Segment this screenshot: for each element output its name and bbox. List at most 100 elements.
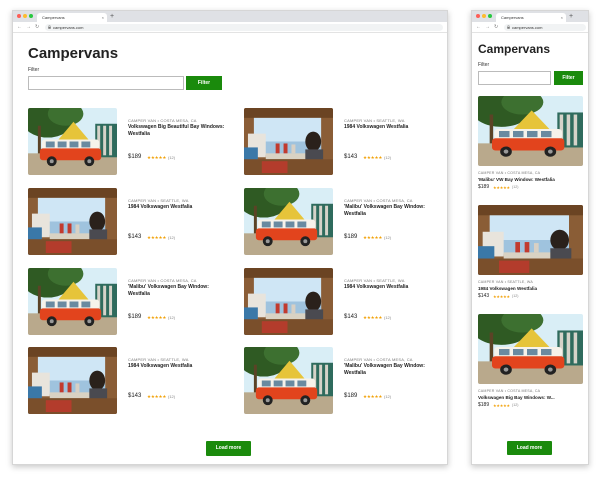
listing-price: $143 [478, 293, 490, 299]
listing-meta: CAMPER VAN • SEATTLE, WA [344, 118, 405, 123]
review-count: (12) [384, 315, 392, 320]
listing-title[interactable]: 'Malibu' Volkswagen Bay Window: Westfali… [128, 284, 228, 297]
rating-stars-icon: ★★★★★ [147, 315, 167, 320]
rating-stars-icon: ★★★★★ [147, 155, 167, 160]
listing-meta: CAMPER VAN • COSTA MESA, CA [344, 357, 413, 362]
rating-stars-icon: ★★★★★ [493, 294, 510, 299]
listing-price: $143 [344, 314, 358, 320]
listing-card[interactable]: CAMPER VAN • SEATTLE, WA 1984 Volkswagen … [244, 268, 444, 336]
maximize-window-icon[interactable] [488, 14, 492, 18]
tab-bar: Campervans × + [13, 11, 447, 22]
filter-label: Filter [28, 67, 40, 73]
filter-input[interactable] [478, 71, 551, 85]
filter-label: Filter [478, 62, 490, 68]
campervan-photo[interactable] [478, 314, 583, 384]
listing-meta: CAMPER VAN • COSTA MESA, CA [128, 118, 197, 123]
review-count: (12) [168, 315, 176, 320]
review-count: (12) [512, 403, 519, 407]
listing-meta: CAMPER VAN • SEATTLE, WA [344, 278, 405, 283]
campervan-photo[interactable] [244, 347, 333, 414]
close-window-icon[interactable] [476, 14, 480, 18]
minimize-window-icon[interactable] [23, 14, 27, 18]
review-count: (12) [512, 294, 519, 298]
new-tab-button[interactable]: + [110, 12, 114, 21]
filter-button[interactable]: Filter [554, 71, 583, 85]
review-count: (12) [168, 155, 176, 160]
listing-title[interactable]: Volkswagen Big Beautiful Bay Windows: We… [128, 124, 228, 137]
tab-close-icon[interactable]: × [561, 13, 563, 22]
forward-icon[interactable]: → [485, 24, 490, 31]
listing-price: $143 [344, 154, 358, 160]
url-input[interactable]: campervans.com [504, 24, 586, 31]
listing-card[interactable]: CAMPER VAN • SEATTLE, WA 1984 Volkswagen … [28, 347, 228, 415]
nav-buttons: ← → ↻ [17, 24, 39, 31]
van-interior-photo[interactable] [28, 347, 117, 414]
url-text: campervans.com [512, 25, 543, 30]
listing-title[interactable]: 1984 Volkswagen Westfalia [344, 284, 444, 291]
reload-icon[interactable]: ↻ [35, 24, 39, 31]
campervan-photo[interactable] [28, 108, 117, 175]
load-more-button[interactable]: Load more [206, 441, 251, 456]
listing-title[interactable]: 1984 Volkswagen Westfalia [478, 286, 583, 293]
browser-tab[interactable]: Campervans × [496, 13, 566, 22]
listing-meta: CAMPER VAN • COSTA MESA, CA [128, 278, 197, 283]
tab-close-icon[interactable]: × [102, 13, 104, 22]
listing-card[interactable]: CAMPER VAN • COSTA MESA, CA Volkswagen Bi… [28, 108, 228, 176]
rating-stars-icon: ★★★★★ [147, 235, 167, 240]
close-window-icon[interactable] [17, 14, 21, 18]
listing-card[interactable]: CAMPER VAN • SEATTLE, WA 1984 Volkswagen … [28, 188, 228, 256]
reload-icon[interactable]: ↻ [494, 24, 498, 31]
window-controls [476, 14, 492, 18]
listing-title[interactable]: 1984 Volkswagen Westfalia [128, 204, 228, 211]
back-icon[interactable]: ← [476, 24, 481, 31]
filter-input[interactable] [28, 76, 184, 90]
listing-card[interactable]: CAMPER VAN • SEATTLE, WA 1984 Volkswagen … [244, 108, 444, 176]
listing-title[interactable]: 1984 Volkswagen Westfalia [344, 124, 444, 131]
nav-buttons: ← → ↻ [476, 24, 498, 31]
listing-title[interactable]: 'Malibu' VW Bay Window: Westfalia [478, 177, 583, 184]
listing-card[interactable]: CAMPER VAN • SEATTLE, WA 1984 Volkswagen … [478, 205, 583, 310]
listing-card[interactable]: CAMPER VAN • COSTA MESA, CA 'Malibu' Volk… [28, 268, 228, 336]
listing-title[interactable]: Volkswagen Big Bay Windows: W... [478, 395, 583, 402]
listing-title[interactable]: 1984 Volkswagen Westfalia [128, 363, 228, 370]
tab-title: Campervans [501, 15, 524, 20]
review-count: (12) [512, 185, 519, 189]
back-icon[interactable]: ← [17, 24, 22, 31]
rating-stars-icon: ★★★★★ [147, 394, 167, 399]
maximize-window-icon[interactable] [29, 14, 33, 18]
listing-card[interactable]: CAMPER VAN • COSTA MESA, CA 'Malibu' Volk… [244, 188, 444, 256]
listing-card[interactable]: CAMPER VAN • COSTA MESA, CA Volkswagen Bi… [478, 314, 583, 419]
tab-title: Campervans [42, 15, 65, 20]
campervan-photo[interactable] [478, 96, 583, 166]
listing-title[interactable]: 'Malibu' Volkswagen Bay Window: Westfali… [344, 363, 444, 376]
new-tab-button[interactable]: + [569, 12, 573, 21]
rating-stars-icon: ★★★★★ [493, 403, 510, 408]
mobile-browser-window: Campervans × + ← → ↻ campervans.com Camp… [471, 10, 589, 465]
tab-bar: Campervans × + [472, 11, 588, 22]
url-input[interactable]: campervans.com [45, 24, 443, 31]
forward-icon[interactable]: → [26, 24, 31, 31]
listing-price: $143 [128, 393, 142, 399]
listing-meta: CAMPER VAN • SEATTLE, WA [128, 357, 189, 362]
listing-title[interactable]: 'Malibu' Volkswagen Bay Window: Westfali… [344, 204, 444, 217]
listing-card[interactable]: CAMPER VAN • COSTA MESA, CA 'Malibu' VW B… [478, 96, 583, 201]
browser-tab[interactable]: Campervans × [37, 13, 107, 22]
url-text: campervans.com [53, 25, 84, 30]
address-bar: ← → ↻ campervans.com [472, 22, 588, 33]
van-interior-photo[interactable] [244, 108, 333, 175]
campervan-photo[interactable] [244, 188, 333, 255]
listing-price: $189 [478, 402, 490, 408]
campervan-photo[interactable] [28, 268, 117, 335]
minimize-window-icon[interactable] [482, 14, 486, 18]
van-interior-photo[interactable] [244, 268, 333, 335]
van-interior-photo[interactable] [28, 188, 117, 255]
rating-stars-icon: ★★★★★ [363, 235, 383, 240]
filter-button[interactable]: Filter [186, 76, 222, 90]
listing-price: $189 [128, 314, 142, 320]
listing-price: $189 [128, 154, 142, 160]
listing-card[interactable]: CAMPER VAN • COSTA MESA, CA 'Malibu' Volk… [244, 347, 444, 415]
van-interior-photo[interactable] [478, 205, 583, 275]
review-count: (12) [384, 394, 392, 399]
listing-price: $189 [478, 184, 490, 190]
load-more-button[interactable]: Load more [507, 441, 552, 455]
